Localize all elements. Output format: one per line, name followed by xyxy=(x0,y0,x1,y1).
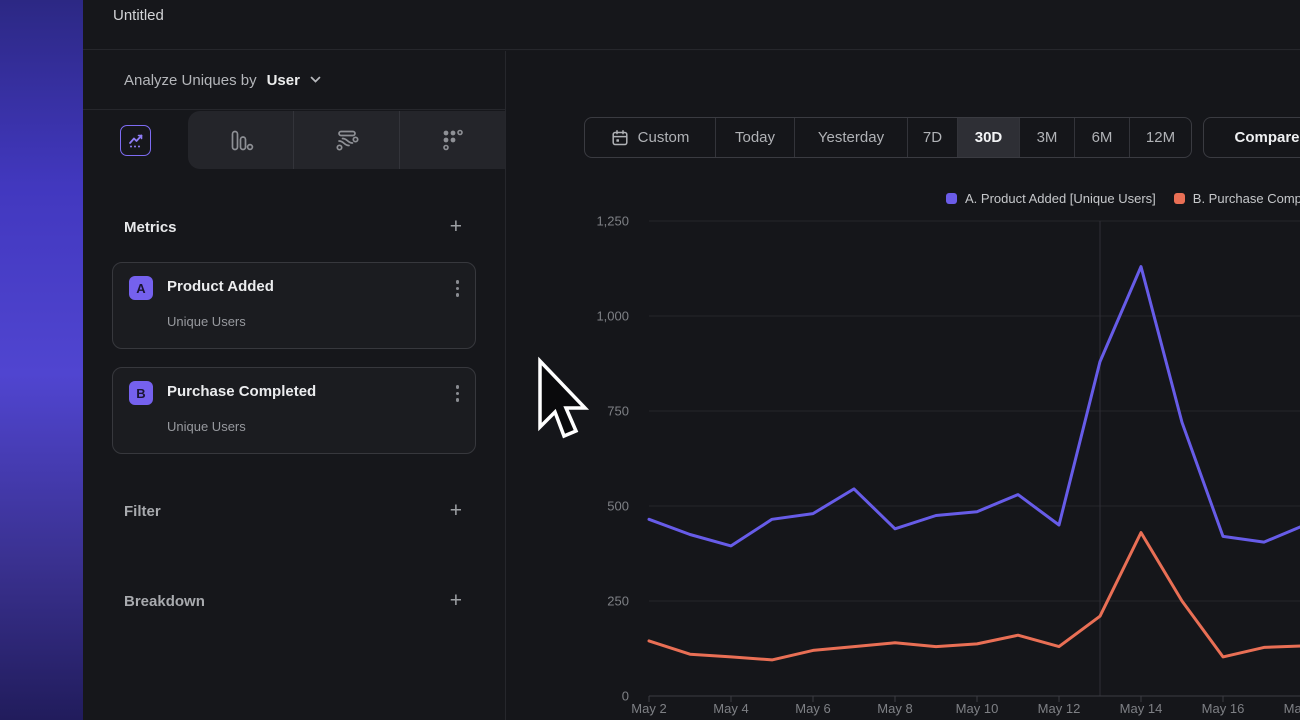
add-metric-button[interactable]: + xyxy=(450,217,462,237)
svg-text:May 4: May 4 xyxy=(713,701,748,716)
chart-type-tabs xyxy=(83,111,505,169)
mouse-cursor xyxy=(533,356,593,446)
svg-text:May 16: May 16 xyxy=(1202,701,1245,716)
analyze-row: Analyze Uniques by User xyxy=(83,51,505,110)
analyze-label: Analyze Uniques by xyxy=(124,72,257,89)
metric-name[interactable]: Purchase Completed xyxy=(167,383,316,400)
svg-text:1,250: 1,250 xyxy=(596,214,629,229)
svg-text:0: 0 xyxy=(622,689,629,704)
app-window: Untitled Analyze Uniques by User xyxy=(83,0,1300,720)
svg-text:750: 750 xyxy=(607,404,629,419)
chart-panel: Custom Today Yesterday 7D 30D 3M 6M 12M … xyxy=(506,51,1300,720)
range-7d[interactable]: 7D xyxy=(907,118,957,157)
legend-swatch-purple xyxy=(946,193,957,204)
range-12m[interactable]: 12M xyxy=(1129,118,1191,157)
add-breakdown-button[interactable]: + xyxy=(450,591,462,611)
metric-dots-icon xyxy=(440,127,466,153)
tab-bar-chart[interactable] xyxy=(188,111,293,169)
svg-text:250: 250 xyxy=(607,594,629,609)
metric-badge-a: A xyxy=(129,276,153,300)
breakdown-title: Breakdown xyxy=(124,593,205,610)
chevron-down-icon[interactable] xyxy=(310,76,321,84)
line-chart[interactable]: 0 250 500 750 1,000 1,250 May 2 May 4 May 6 May 8… xyxy=(506,210,1300,720)
svg-text:500: 500 xyxy=(607,499,629,514)
svg-text:May 10: May 10 xyxy=(956,701,999,716)
range-yesterday[interactable]: Yesterday xyxy=(794,118,907,157)
compare-button[interactable]: Compare xyxy=(1203,117,1300,158)
metrics-header: Metrics + xyxy=(124,211,462,243)
metric-subtitle[interactable]: Unique Users xyxy=(167,419,246,434)
svg-text:May 2: May 2 xyxy=(631,701,666,716)
legend-item-a[interactable]: A. Product Added [Unique Users] xyxy=(946,191,1156,206)
background-gradient-strip xyxy=(0,0,83,720)
range-30d[interactable]: 30D xyxy=(957,118,1019,157)
metric-card-a[interactable]: A Product Added Unique Users xyxy=(112,262,476,349)
metric-name[interactable]: Product Added xyxy=(167,278,274,295)
legend-swatch-orange xyxy=(1174,193,1185,204)
svg-text:May 14: May 14 xyxy=(1120,701,1163,716)
tab-flow[interactable] xyxy=(293,111,399,169)
metric-card-b[interactable]: B Purchase Completed Unique Users xyxy=(112,367,476,454)
metrics-title: Metrics xyxy=(124,219,177,236)
flow-icon xyxy=(333,126,361,154)
filter-title: Filter xyxy=(124,503,161,520)
metric-options-icon[interactable] xyxy=(456,385,460,402)
bar-chart-icon xyxy=(227,127,254,154)
metric-badge-b: B xyxy=(129,381,153,405)
metric-subtitle[interactable]: Unique Users xyxy=(167,314,246,329)
range-today[interactable]: Today xyxy=(715,118,794,157)
breakdown-header: Breakdown + xyxy=(124,585,462,617)
svg-text:May 6: May 6 xyxy=(795,701,830,716)
svg-text:May 18: May 18 xyxy=(1284,701,1300,716)
date-range-selector: Custom Today Yesterday 7D 30D 3M 6M 12M xyxy=(584,117,1192,158)
title-bar: Untitled xyxy=(83,0,1300,50)
range-3m[interactable]: 3M xyxy=(1019,118,1074,157)
legend-item-b[interactable]: B. Purchase Completed [Unique Users] xyxy=(1174,191,1300,206)
chart-type-tab-group xyxy=(188,111,505,169)
svg-text:1,000: 1,000 xyxy=(596,309,629,324)
add-filter-button[interactable]: + xyxy=(450,501,462,521)
svg-text:May 8: May 8 xyxy=(877,701,912,716)
filter-header: Filter + xyxy=(124,495,462,527)
range-6m[interactable]: 6M xyxy=(1074,118,1129,157)
range-custom[interactable]: Custom xyxy=(585,118,715,157)
metric-options-icon[interactable] xyxy=(456,280,460,297)
analyze-value-dropdown[interactable]: User xyxy=(267,72,300,89)
calendar-icon xyxy=(611,129,629,147)
report-title[interactable]: Untitled xyxy=(113,7,164,24)
svg-text:May 12: May 12 xyxy=(1038,701,1081,716)
line-chart-icon xyxy=(120,125,151,156)
chart-legend: A. Product Added [Unique Users] B. Purch… xyxy=(946,191,1300,206)
tab-metric[interactable] xyxy=(399,111,505,169)
tab-line-chart[interactable] xyxy=(83,111,188,169)
sidebar: Analyze Uniques by User xyxy=(83,51,506,720)
